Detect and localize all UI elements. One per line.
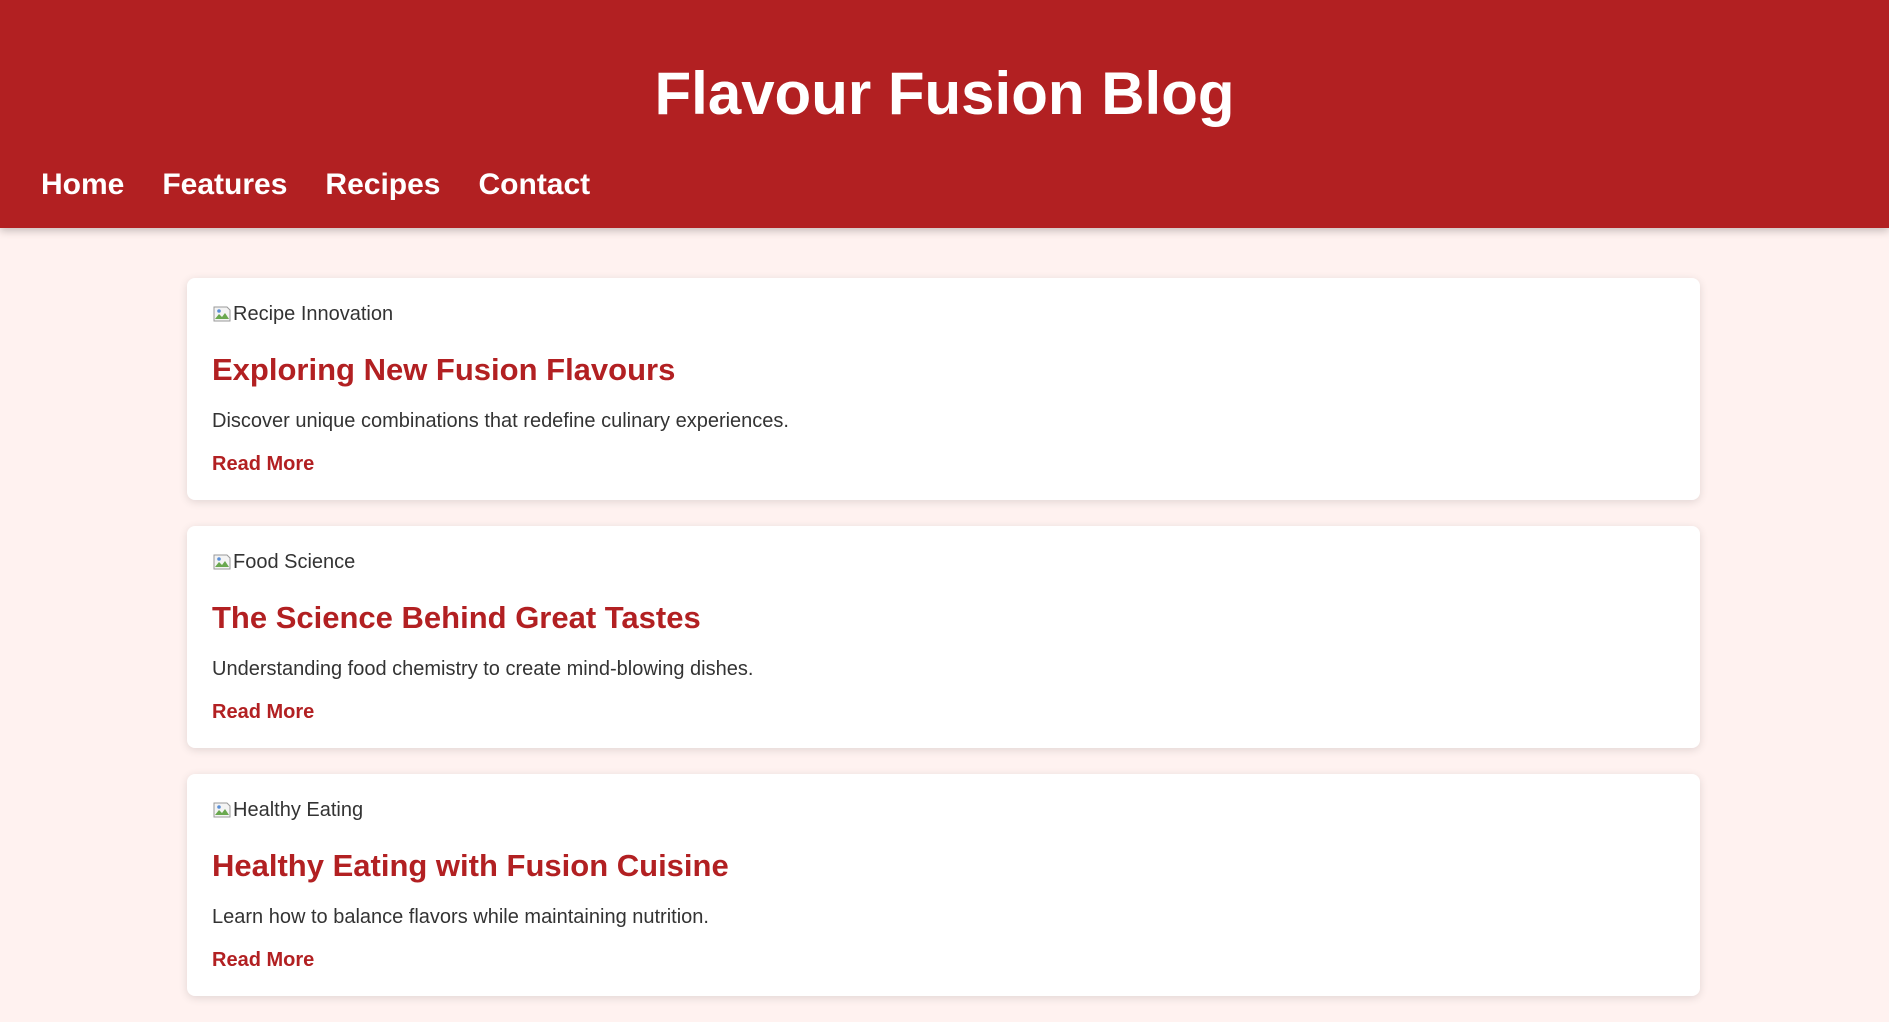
broken-image-icon (212, 552, 232, 572)
site-header: Flavour Fusion Blog Home Features Recipe… (0, 0, 1889, 228)
read-more-link[interactable]: Read More (212, 947, 314, 973)
post-title: Exploring New Fusion Flavours (212, 352, 676, 387)
post-image-alt: Recipe Innovation (233, 303, 394, 325)
nav-link-home[interactable]: Home (41, 165, 124, 205)
post-card: Recipe Innovation Exploring New Fusion F… (187, 278, 1700, 500)
post-list: Recipe Innovation Exploring New Fusion F… (187, 278, 1700, 1022)
post-image: Healthy Eating (212, 798, 363, 822)
post-image: Food Science (212, 550, 355, 574)
main-nav: Home Features Recipes Contact (41, 165, 628, 205)
post-image: Recipe Innovation (212, 302, 393, 326)
site-title: Flavour Fusion Blog (654, 60, 1235, 127)
broken-image-icon (212, 800, 232, 820)
post-excerpt: Understanding food chemistry to create m… (212, 658, 754, 680)
post-card: Food Science The Science Behind Great Ta… (187, 526, 1700, 748)
nav-link-recipes[interactable]: Recipes (325, 165, 440, 205)
post-image-alt: Food Science (233, 551, 356, 573)
post-title: The Science Behind Great Tastes (212, 600, 701, 635)
nav-link-contact[interactable]: Contact (479, 165, 591, 205)
read-more-link[interactable]: Read More (212, 699, 314, 725)
post-excerpt: Discover unique combinations that redefi… (212, 410, 789, 432)
read-more-link[interactable]: Read More (212, 451, 314, 477)
post-card: Healthy Eating Healthy Eating with Fusio… (187, 774, 1700, 996)
post-image-alt: Healthy Eating (233, 799, 364, 821)
post-title: Healthy Eating with Fusion Cuisine (212, 848, 729, 883)
post-excerpt: Learn how to balance flavors while maint… (212, 906, 709, 928)
nav-link-features[interactable]: Features (162, 165, 287, 205)
broken-image-icon (212, 304, 232, 324)
